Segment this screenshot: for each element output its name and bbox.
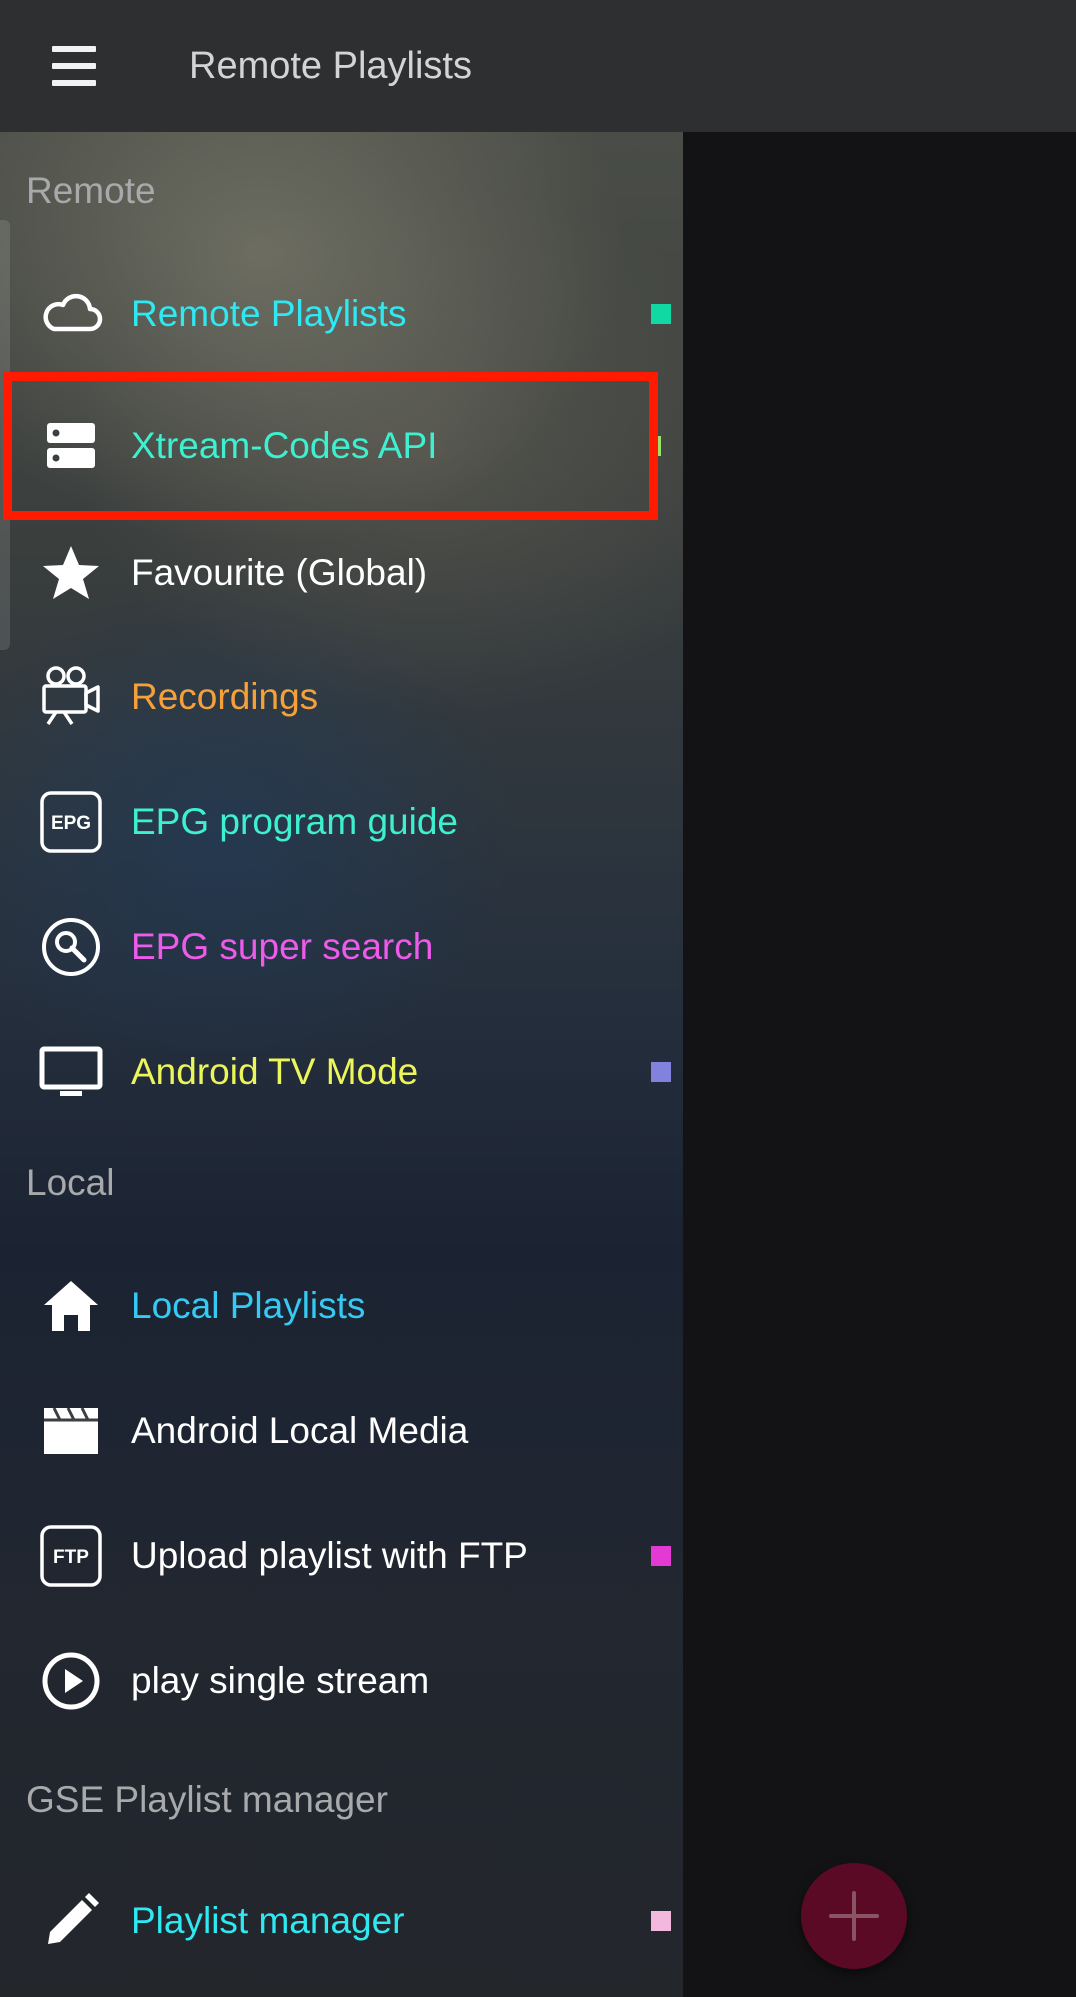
drawer-item-label: EPG super search	[131, 926, 434, 967]
drawer-item-label: play single stream	[131, 1660, 430, 1701]
page-title: Remote Playlists	[189, 45, 472, 87]
highlight-annotation-box	[3, 372, 658, 520]
hamburger-menu-icon[interactable]	[44, 36, 104, 96]
star-icon	[36, 538, 106, 608]
drawer-item-playlist-manager[interactable]: Playlist manager	[0, 1866, 683, 1976]
search-icon	[36, 912, 106, 982]
drawer-item-epg-super-search[interactable]: EPG super search	[0, 892, 683, 1002]
drawer-item-label: Recordings	[131, 676, 319, 717]
section-header-remote: Remote	[26, 170, 156, 211]
clapperboard-icon	[36, 1396, 106, 1466]
navigation-drawer: Remote Remote Playlists Xtream-Codes API	[0, 132, 683, 1997]
drawer-item-epg-program-guide[interactable]: EPG EPG program guide	[0, 767, 683, 877]
drawer-item-label: Playlist manager	[131, 1900, 405, 1941]
drawer-item-favourite-global[interactable]: Favourite (Global)	[0, 518, 683, 628]
drawer-item-android-tv-mode[interactable]: Android TV Mode	[0, 1017, 683, 1127]
home-icon	[36, 1271, 106, 1341]
status-marker	[651, 304, 671, 324]
drawer-item-label: Local Playlists	[131, 1285, 366, 1326]
epg-icon: EPG	[36, 787, 106, 857]
status-marker	[651, 1546, 671, 1566]
play-circle-icon	[36, 1646, 106, 1716]
plus-icon	[829, 1891, 879, 1941]
drawer-item-recordings[interactable]: Recordings	[0, 642, 683, 752]
ftp-icon: FTP	[36, 1521, 106, 1591]
drawer-item-label: Android Local Media	[131, 1410, 469, 1451]
drawer-item-android-local-media[interactable]: Android Local Media	[0, 1376, 683, 1486]
epg-icon-text: EPG	[51, 813, 91, 834]
drawer-item-label: Remote Playlists	[131, 293, 407, 334]
drawer-item-remote-playlists[interactable]: Remote Playlists	[0, 259, 683, 369]
status-marker	[651, 1062, 671, 1082]
movie-camera-icon	[36, 662, 106, 732]
add-fab-button[interactable]	[801, 1863, 907, 1969]
cloud-icon	[36, 279, 106, 349]
drawer-item-label: EPG program guide	[131, 801, 459, 842]
drawer-item-label: Upload playlist with FTP	[131, 1535, 528, 1576]
ftp-icon-text: FTP	[53, 1547, 89, 1568]
drawer-item-play-single-stream[interactable]: play single stream	[0, 1626, 683, 1736]
tv-icon	[36, 1037, 106, 1107]
drawer-item-upload-playlist-ftp[interactable]: FTP Upload playlist with FTP	[0, 1501, 683, 1611]
drawer-item-label: Favourite (Global)	[131, 552, 428, 593]
pencil-icon	[36, 1886, 106, 1956]
drawer-item-local-playlists[interactable]: Local Playlists	[0, 1251, 683, 1361]
status-marker	[651, 1911, 671, 1931]
drawer-item-label: Android TV Mode	[131, 1051, 419, 1092]
section-header-local: Local	[26, 1162, 115, 1203]
app-bar: Remote Playlists	[0, 0, 1076, 132]
section-header-gse: GSE Playlist manager	[26, 1779, 388, 1820]
